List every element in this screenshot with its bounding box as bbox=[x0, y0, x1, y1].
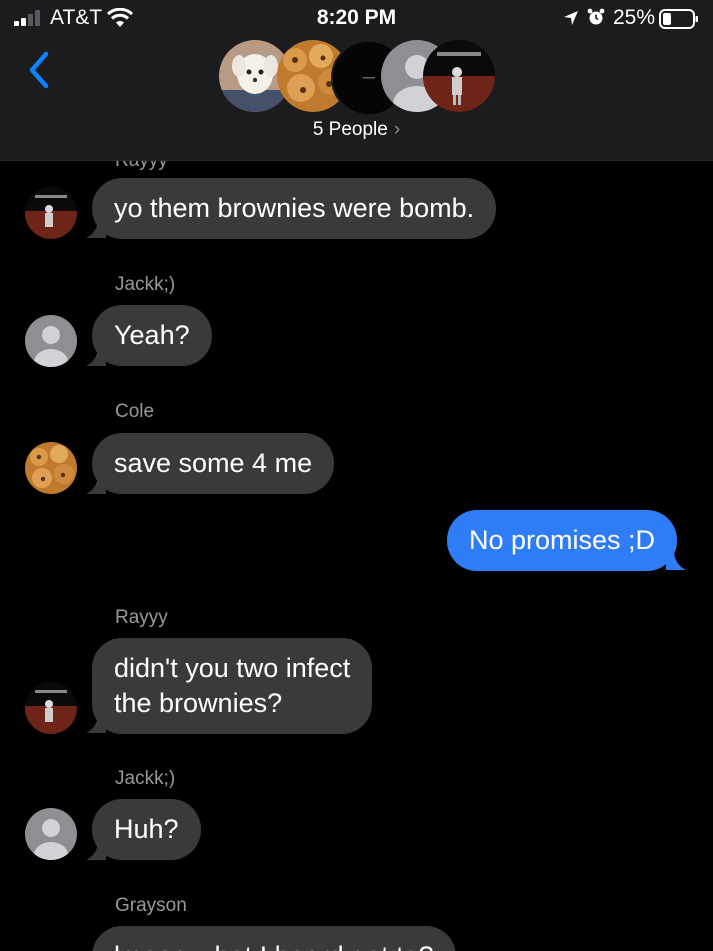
messages-screen: AT&T 8:20 PM 25% 5 People › yo them brow… bbox=[0, 0, 713, 951]
message-bubble[interactable]: save some 4 me bbox=[92, 433, 335, 494]
battery-percent: 25% bbox=[613, 6, 656, 29]
default-person-avatar-icon bbox=[25, 315, 77, 367]
message-thread[interactable]: Rayyy yo them brownies were bomb. Jackk;… bbox=[0, 150, 713, 951]
figure-avatar-icon bbox=[25, 682, 77, 734]
chevron-right-icon: › bbox=[393, 119, 401, 140]
sender-name: Cole bbox=[115, 401, 155, 422]
message-bubble[interactable]: Huh? bbox=[92, 799, 201, 860]
sender-name: Jackk;) bbox=[115, 768, 176, 789]
status-bar: AT&T 8:20 PM 25% bbox=[0, 0, 713, 38]
message-bubble[interactable]: lmaoo what I heard get to? bbox=[92, 926, 456, 951]
message-bubble[interactable]: Yeah? bbox=[92, 305, 212, 366]
default-person-avatar-icon bbox=[25, 808, 77, 860]
location-icon bbox=[564, 11, 578, 25]
figure-avatar-icon bbox=[25, 187, 77, 239]
group-avatar-stack[interactable] bbox=[219, 40, 499, 116]
group-members-link[interactable]: 5 People › bbox=[0, 119, 713, 141]
group-count-label: 5 People bbox=[312, 119, 388, 140]
conversation-header: AT&T 8:20 PM 25% 5 People › bbox=[0, 0, 713, 161]
message-bubble[interactable]: didn't you two infect the brownies? bbox=[92, 638, 373, 734]
clock: 8:20 PM bbox=[316, 6, 397, 29]
sender-name: Rayyy bbox=[115, 607, 168, 628]
sender-name: Jackk;) bbox=[115, 274, 176, 295]
sender-name: Grayson bbox=[115, 895, 187, 916]
message-bubble[interactable]: yo them brownies were bomb. bbox=[92, 178, 497, 239]
figure-avatar-icon bbox=[423, 40, 495, 112]
back-chevron-icon[interactable] bbox=[24, 50, 54, 90]
outgoing-message-bubble[interactable]: No promises ;D bbox=[446, 510, 677, 571]
alarm-icon bbox=[587, 8, 605, 25]
battery-icon bbox=[659, 9, 698, 29]
cookie-avatar-icon bbox=[25, 442, 77, 494]
